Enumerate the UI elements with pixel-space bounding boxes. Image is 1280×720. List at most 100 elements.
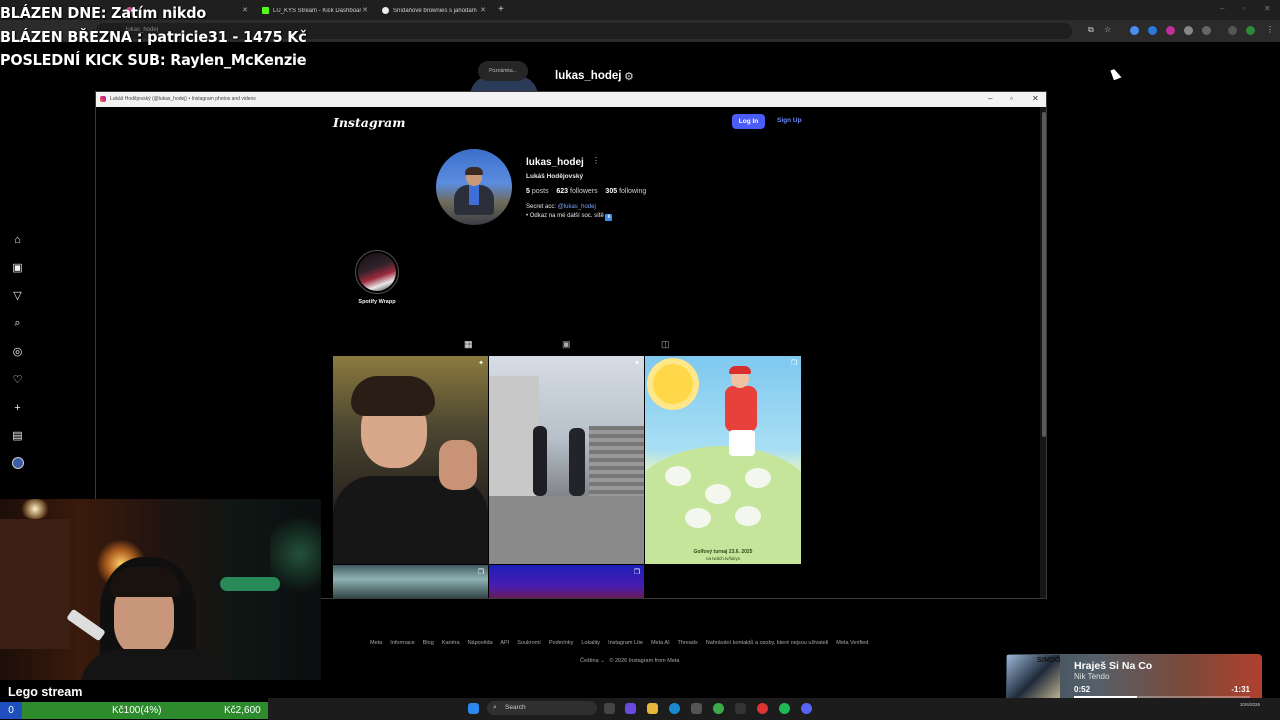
footer-link[interactable]: Informace [390,640,414,646]
profile-picture[interactable] [436,149,512,225]
followers-link[interactable]: 623 followers [556,188,597,195]
language-selector[interactable]: Čeština [580,658,599,664]
story-highlight[interactable] [355,250,399,294]
puzzle-icon[interactable] [1202,26,1211,35]
mouse-cursor-icon [1110,67,1122,81]
close-icon[interactable]: ✕ [242,6,248,14]
popup-title-bar: Lukáš Hodějovský (@lukas_hodej) • Instag… [96,92,1046,107]
explore-icon[interactable]: ◎ [10,344,25,359]
following-link[interactable]: 305 following [605,188,646,195]
reels-icon[interactable]: ▣ [10,260,25,275]
chrome-icon[interactable] [713,703,724,714]
footer-link[interactable]: API [500,640,509,646]
post-thumbnail-3[interactable]: Golfový turnaj 23.6. 2025 na twitch.tv/l… [645,356,801,564]
highlight-label: Spotify Wrapp [358,299,396,305]
post-caption-2: na twitch.tv/lukys [705,556,740,561]
record-app-icon[interactable] [757,703,768,714]
task-view-icon[interactable] [604,703,615,714]
store-icon[interactable] [691,703,702,714]
extension-icon[interactable] [1166,26,1175,35]
minimize-icon[interactable]: – [988,94,992,103]
settings-gear-icon[interactable]: ⚙ [624,70,634,83]
posts-grid-tab-icon[interactable]: ▦ [464,339,473,350]
footer-link[interactable]: Instagram Lite [608,640,643,646]
close-icon[interactable]: ✕ [362,6,368,14]
log-in-button[interactable]: Log In [732,114,765,129]
taskbar-clock[interactable]: 3/26/2026 [1240,702,1260,708]
bio-mention-link[interactable]: @lukas_hodej [558,204,596,210]
chevron-down-icon[interactable]: ⌄ [600,658,605,664]
post-caption: Golfový turnaj 23.6. 2025 [693,549,753,555]
footer-link[interactable]: Meta Verified [836,640,868,646]
copilot-icon[interactable] [625,703,636,714]
profile-username: lukas_hodej [526,157,584,168]
sidebar-icon[interactable] [1228,26,1237,35]
profile-avatar-icon[interactable] [1246,26,1255,35]
post-thumbnail-4[interactable]: ❐ [333,565,488,598]
footer-link[interactable]: Soukromí [517,640,541,646]
maximize-icon[interactable]: ▫ [1242,4,1245,13]
notifications-heart-icon[interactable]: ♡ [10,372,25,387]
tagged-tab-icon[interactable]: ◫ [661,339,670,350]
sign-up-link[interactable]: Sign Up [777,117,802,124]
install-icon[interactable]: ⧉ [1088,25,1097,34]
extension-icon[interactable] [1148,26,1157,35]
star-icon[interactable]: ☆ [1104,25,1113,34]
taskbar-search[interactable]: ⌕ Search [487,701,597,715]
elapsed-time: 0:52 [1074,685,1091,694]
post-thumbnail-1[interactable]: ✦ [333,356,488,564]
extension-icon[interactable] [1184,26,1193,35]
kick-icon [262,7,269,14]
background-username: lukas_hodej [555,70,622,82]
close-icon[interactable]: ✕ [1032,94,1039,103]
minimize-icon[interactable]: – [1220,4,1224,13]
discord-icon[interactable] [801,703,812,714]
footer-link[interactable]: Meta [370,640,382,646]
site-favicon-icon [382,7,389,14]
dashboard-icon[interactable]: ▤ [10,428,25,443]
close-window-icon[interactable]: ✕ [1264,4,1271,13]
maximize-icon[interactable]: ▫ [1010,94,1013,103]
profile-avatar-icon[interactable] [12,457,24,469]
windows-start-icon[interactable] [468,703,479,714]
close-icon[interactable]: ✕ [480,6,486,14]
new-tab-icon[interactable]: + [498,4,504,15]
footer-link[interactable]: Kariéra [442,640,460,646]
profile-bio-line1: Secret acc: @lukas_hodej [526,204,596,210]
obs-icon[interactable] [735,703,746,714]
footer-link[interactable]: Lokality [581,640,600,646]
footer-link[interactable]: Nahrávání kontaktů a osoby, které nejsou… [706,640,829,646]
more-options-icon[interactable]: ⋮ [592,156,600,165]
stream-title: Lego stream [8,685,83,699]
instagram-favicon-icon [100,96,106,102]
file-explorer-icon[interactable] [647,703,658,714]
pinned-icon: ✦ [634,360,640,367]
search-icon[interactable]: ⌕ [10,316,25,331]
footer-link[interactable]: Nápověda [468,640,493,646]
profile-full-name: Lukáš Hodějovský [526,173,584,180]
messages-icon[interactable]: ▽ [10,288,25,303]
menu-icon[interactable]: ⋮ [1266,25,1275,34]
edge-icon[interactable] [669,703,680,714]
home-icon[interactable]: ⌂ [10,232,25,247]
browser-tab-kick[interactable]: LU_KYS Stream - Kick Dashboard ✕ [254,2,374,19]
spotify-icon[interactable] [779,703,790,714]
album-label: S!MDO [1037,657,1061,664]
post-thumbnail-5[interactable]: ❐ [489,565,644,598]
create-plus-icon[interactable]: + [10,400,25,415]
reels-tab-icon[interactable]: ▣ [562,339,571,350]
browser-tab-recipe[interactable]: Snídaňové brownies s jahodam ✕ [374,2,492,19]
footer-link[interactable]: Threads [678,640,698,646]
overlay-fool-of-month: BLÁZEN BŘEZNA : patricie31 - 1475 Kč [0,28,307,46]
extension-icon[interactable] [1130,26,1139,35]
post-thumbnail-2[interactable]: ✦ [489,356,644,564]
carousel-icon: ❐ [477,569,484,576]
footer-bottom: Čeština ⌄ © 2026 Instagram from Meta [580,658,679,664]
footer-link[interactable]: Blog [423,640,434,646]
popup-scrollbar-thumb[interactable] [1042,112,1046,437]
footer-link[interactable]: Meta AI [651,640,670,646]
instagram-logo[interactable]: Instagram [333,115,406,130]
song-artist: Nik Tendo [1074,672,1110,681]
footer-link[interactable]: Podmínky [549,640,573,646]
webcam-feed [0,499,321,680]
